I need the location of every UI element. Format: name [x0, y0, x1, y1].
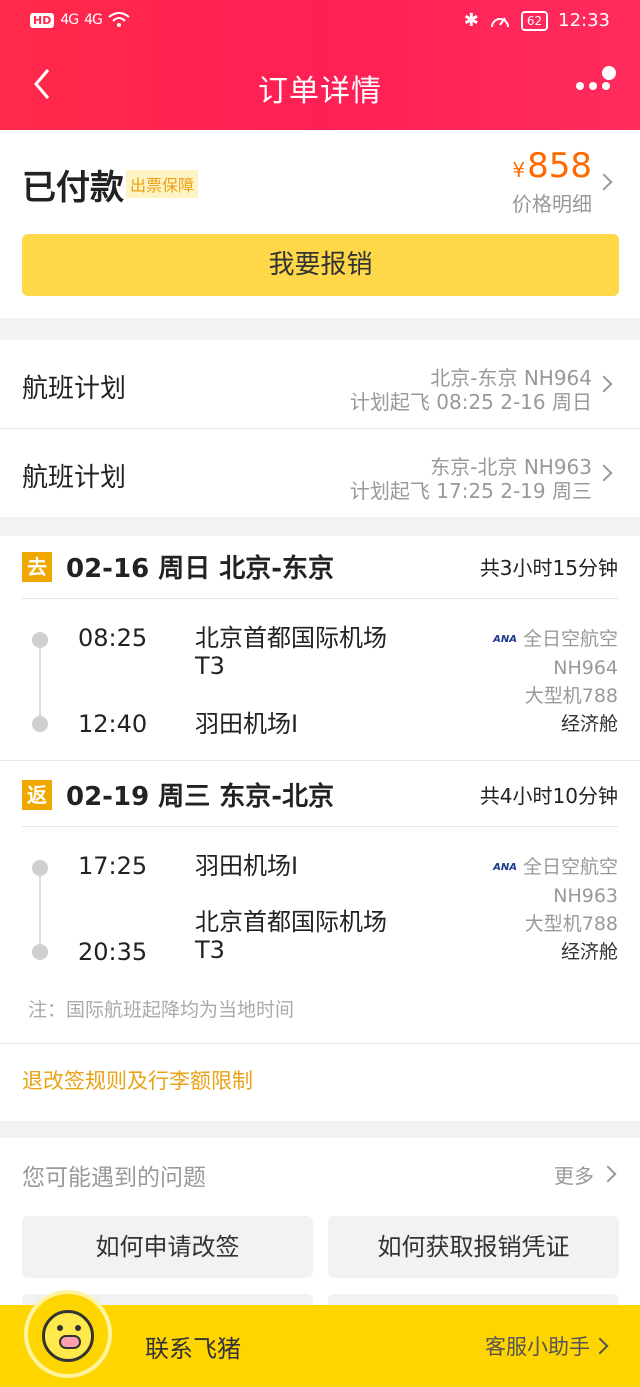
signal-icon-2: 4G	[84, 12, 103, 28]
cabin-class: 经济舱	[560, 712, 618, 735]
refund-rules-link[interactable]: 退改签规则及行李额限制	[22, 1065, 253, 1095]
header-bar: HD 4G 4G ✱ 62 12:33 订单详情	[0, 0, 640, 130]
timeline-dot	[32, 632, 48, 648]
faq-item-rebook[interactable]: 如何申请改签	[22, 1216, 313, 1278]
mascot-face	[42, 1310, 94, 1362]
return-badge: 返	[22, 780, 52, 810]
mascot-eye	[57, 1325, 63, 1331]
arrival-time: 12:40	[78, 710, 148, 738]
bluetooth-icon: ✱	[463, 10, 479, 31]
faq-more-link[interactable]: 更多	[554, 1160, 594, 1189]
segment-duration: 共3小时15分钟	[479, 556, 618, 580]
mascot-nose	[59, 1335, 81, 1349]
timeline-line	[39, 648, 41, 716]
flight-plan-schedule: 计划起飞 17:25 2-19 周三	[349, 479, 592, 503]
ana-logo-icon: ANA	[493, 633, 517, 645]
airline-name: 全日空航空	[522, 628, 618, 650]
aircraft-type: 大型机788	[524, 912, 618, 935]
currency-symbol: ¥	[512, 158, 526, 182]
segment-title: 02-19 周三 东京-北京	[66, 782, 335, 812]
more-dot	[602, 82, 610, 90]
terminal: T3	[195, 936, 225, 964]
flight-plan-label: 航班计划	[22, 463, 127, 493]
battery-icon: 62	[520, 10, 549, 31]
segment-duration: 共4小时10分钟	[479, 784, 618, 808]
arrival-airport: 羽田机场I	[195, 710, 299, 738]
segment-title: 02-16 周日 北京-东京	[66, 554, 335, 584]
terminal: T3	[195, 652, 225, 680]
chevron-right-icon	[595, 375, 613, 393]
notification-dot-icon	[602, 66, 616, 80]
price-value: 858	[527, 146, 592, 186]
flight-plan-row[interactable]: 航班计划 东京-北京 NH963 计划起飞 17:25 2-19 周三	[0, 429, 640, 517]
order-price[interactable]: ¥858	[512, 146, 592, 186]
divider	[22, 598, 618, 599]
divider	[0, 1043, 640, 1044]
status-bar: HD 4G 4G ✱ 62 12:33	[0, 0, 640, 44]
segment-header-outbound: 去 02-16 周日 北京-东京 共3小时15分钟	[22, 548, 618, 588]
departure-time: 08:25	[78, 624, 148, 652]
flight-plan-schedule: 计划起飞 08:25 2-16 周日	[349, 390, 592, 414]
wifi-icon	[108, 12, 130, 27]
timeline-dot	[32, 860, 48, 876]
arrival-time: 20:35	[78, 938, 148, 966]
more-dots-icon	[576, 82, 584, 90]
chevron-right-icon	[595, 464, 613, 482]
airport-name: 北京首都国际机场	[195, 908, 387, 936]
helper-label: 客服小助手	[485, 1335, 590, 1359]
departure-time: 17:25	[78, 852, 148, 880]
timeline-line	[39, 876, 41, 944]
faq-item-invoice[interactable]: 如何获取报销凭证	[328, 1216, 619, 1278]
time-note: 注：国际航班起降均为当地时间	[28, 999, 295, 1021]
airline-name: 全日空航空	[522, 856, 618, 878]
airline-info: ANA 全日空航空 NH963 大型机788 经济舱	[493, 853, 618, 966]
more-menu-button[interactable]	[570, 64, 620, 104]
mascot-eye	[75, 1325, 81, 1331]
arrival-airport: 北京首都国际机场 T3	[195, 908, 387, 964]
flight-plan-label: 航班计划	[22, 374, 127, 404]
signal-icon: 4G	[60, 12, 79, 28]
page-title: 订单详情	[258, 74, 382, 109]
contact-label: 联系飞猪	[145, 1335, 241, 1363]
flight-number: NH963	[553, 884, 618, 907]
aircraft-type: 大型机788	[524, 684, 618, 707]
timeline-dot	[32, 944, 48, 960]
airline-info: ANA 全日空航空 NH964 大型机788 经济舱	[493, 625, 618, 738]
reimburse-button[interactable]: 我要报销	[22, 234, 619, 296]
guarantee-badge: 出票保障	[126, 170, 199, 198]
speed-icon	[490, 16, 509, 27]
departure-airport: 北京首都国际机场 T3	[195, 624, 387, 680]
mascot-avatar-icon[interactable]	[24, 1290, 112, 1378]
airport-name: 北京首都国际机场	[195, 624, 387, 652]
divider	[0, 760, 640, 761]
order-status: 已付款	[22, 168, 124, 208]
hd-icon: HD	[30, 12, 55, 28]
more-dot	[589, 82, 597, 90]
timeline-dot	[32, 716, 48, 732]
segment-header-return: 返 02-19 周三 东京-北京 共4小时10分钟	[22, 776, 618, 816]
divider	[22, 826, 618, 827]
flight-number: NH964	[553, 656, 618, 679]
ana-logo-icon: ANA	[493, 861, 517, 873]
chevron-right-icon	[591, 1337, 609, 1355]
price-detail-link[interactable]: 价格明细	[512, 188, 592, 217]
clock: 12:33	[558, 10, 610, 31]
outbound-badge: 去	[22, 552, 52, 582]
departure-airport: 羽田机场I	[195, 852, 299, 880]
faq-title: 您可能遇到的问题	[22, 1165, 206, 1191]
flight-plan-row[interactable]: 航班计划 北京-东京 NH964 计划起飞 08:25 2-16 周日	[0, 340, 640, 428]
cabin-class: 经济舱	[560, 940, 618, 963]
